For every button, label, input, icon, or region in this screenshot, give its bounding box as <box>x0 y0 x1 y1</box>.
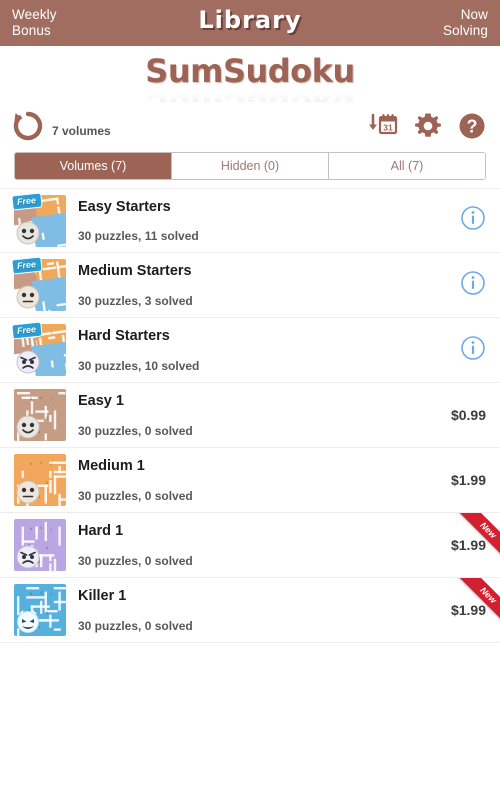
volume-row[interactable]: Free Easy Starters 30 puzzles, 11 solved <box>0 188 500 253</box>
svg-text:31: 31 <box>383 123 393 133</box>
volume-progress-label: 30 puzzles, 0 solved <box>78 619 193 633</box>
volume-row[interactable]: Free Medium Starters 30 puzzles, 3 solved <box>0 253 500 318</box>
volume-action: $1.99 <box>430 602 486 618</box>
price-label[interactable]: $1.99 <box>451 602 486 618</box>
volume-action: $1.99 <box>430 537 486 553</box>
volume-progress-label: 30 puzzles, 0 solved <box>78 554 193 568</box>
volume-progress-label: 30 puzzles, 10 solved <box>78 359 200 373</box>
top-app-bar: Weekly Bonus Library Now Solving <box>0 0 500 46</box>
volume-text: Hard 1 30 puzzles, 0 solved <box>78 513 430 577</box>
price-label[interactable]: $1.99 <box>451 472 486 488</box>
puzzle-grid-icon: 847365 <box>14 389 66 441</box>
gear-icon[interactable] <box>414 112 442 140</box>
volume-row[interactable]: 8 4 7 3 6 5 Hard 1 30 puzzles, 0 solved $1.99 New <box>0 513 500 578</box>
volume-text: Easy 1 30 puzzles, 0 solved <box>78 383 430 447</box>
volume-thumbnail: 847365 <box>14 584 66 636</box>
volume-thumbnail: Free <box>11 191 66 247</box>
volume-title: Killer 1 <box>78 588 127 604</box>
download-calendar-31-icon[interactable]: 31 <box>368 112 398 140</box>
tab-volumes[interactable]: Volumes (7) <box>15 153 172 179</box>
volume-action <box>430 205 486 236</box>
volume-filter-tabs: Volumes (7) Hidden (0) All (7) <box>14 152 486 180</box>
volume-title: Hard Starters <box>78 328 170 344</box>
volume-text: Medium 1 30 puzzles, 0 solved <box>78 448 430 512</box>
volume-title: Medium Starters <box>78 263 192 279</box>
volume-row[interactable]: 8 4 7 3 6 5 Medium 1 30 puzzles, 0 solved $1.99 <box>0 448 500 513</box>
tab-all[interactable]: All (7) <box>329 153 485 179</box>
puzzle-grid-icon: 847365 <box>14 584 66 636</box>
volume-thumbnail: 847365 <box>14 454 66 506</box>
volume-thumbnail: 847365 <box>14 519 66 571</box>
free-badge: Free <box>11 256 43 275</box>
toolbar-actions: 31 ? <box>368 112 486 140</box>
puzzle-grid-icon: 847365 <box>14 454 66 506</box>
volume-row[interactable]: 8 4 7 3 6 5 Easy 1 30 puzzles, 0 solved $0.99 <box>0 383 500 448</box>
svg-text:?: ? <box>467 117 478 137</box>
tab-hidden[interactable]: Hidden (0) <box>172 153 329 179</box>
volume-action: $1.99 <box>430 472 486 488</box>
free-badge: Free <box>11 191 43 211</box>
volume-row[interactable]: 8 4 7 3 6 5 Killer 1 30 puzzles, 0 solved $1.99 N… <box>0 578 500 643</box>
volume-thumbnail: 847365 <box>14 389 66 441</box>
restore-purchases-button[interactable]: 7 volumes <box>12 110 111 142</box>
question-mark-circle-icon[interactable]: ? <box>458 112 486 140</box>
volume-text: Hard Starters 30 puzzles, 10 solved <box>78 318 430 382</box>
volume-title: Easy Starters <box>78 199 171 215</box>
volume-text: Easy Starters 30 puzzles, 11 solved <box>78 189 430 252</box>
app-logo-reflection: SumSudoku <box>0 86 500 102</box>
info-icon[interactable] <box>460 335 486 366</box>
volume-action: $0.99 <box>430 407 486 423</box>
info-icon[interactable] <box>460 270 486 301</box>
price-label[interactable]: $0.99 <box>451 407 486 423</box>
volume-text: Killer 1 30 puzzles, 0 solved <box>78 578 430 642</box>
volume-action <box>430 270 486 301</box>
volume-progress-label: 30 puzzles, 0 solved <box>78 424 193 438</box>
volume-action <box>430 335 486 366</box>
volume-thumbnail: Free <box>11 321 66 376</box>
app-logo-text: SumSudoku <box>145 52 355 90</box>
price-label[interactable]: $1.99 <box>451 537 486 553</box>
volume-progress-label: 30 puzzles, 0 solved <box>78 489 193 503</box>
puzzle-grid-icon: 847365 <box>14 519 66 571</box>
app-logo: SumSudoku SumSudoku <box>0 46 500 102</box>
free-badge: Free <box>11 321 43 340</box>
volume-list: Free Easy Starters 30 puzzles, 11 solved Fr… <box>0 188 500 643</box>
volume-row[interactable]: Free Hard Starters 30 puzzles, 10 solved <box>0 318 500 383</box>
volume-title: Hard 1 <box>78 523 124 539</box>
volume-title: Medium 1 <box>78 458 145 474</box>
info-icon[interactable] <box>460 205 486 236</box>
volume-progress-label: 30 puzzles, 3 solved <box>78 294 193 308</box>
volume-thumbnail: Free <box>11 256 66 311</box>
volume-text: Medium Starters 30 puzzles, 3 solved <box>78 253 430 317</box>
volume-progress-label: 30 puzzles, 11 solved <box>78 229 199 243</box>
volume-title: Easy 1 <box>78 393 124 409</box>
volumes-count-label: 7 volumes <box>52 123 111 138</box>
page-title: Library <box>198 6 302 34</box>
restore-circular-arrow-icon <box>12 110 44 142</box>
toolbar: 7 volumes 31 ? <box>0 102 500 150</box>
